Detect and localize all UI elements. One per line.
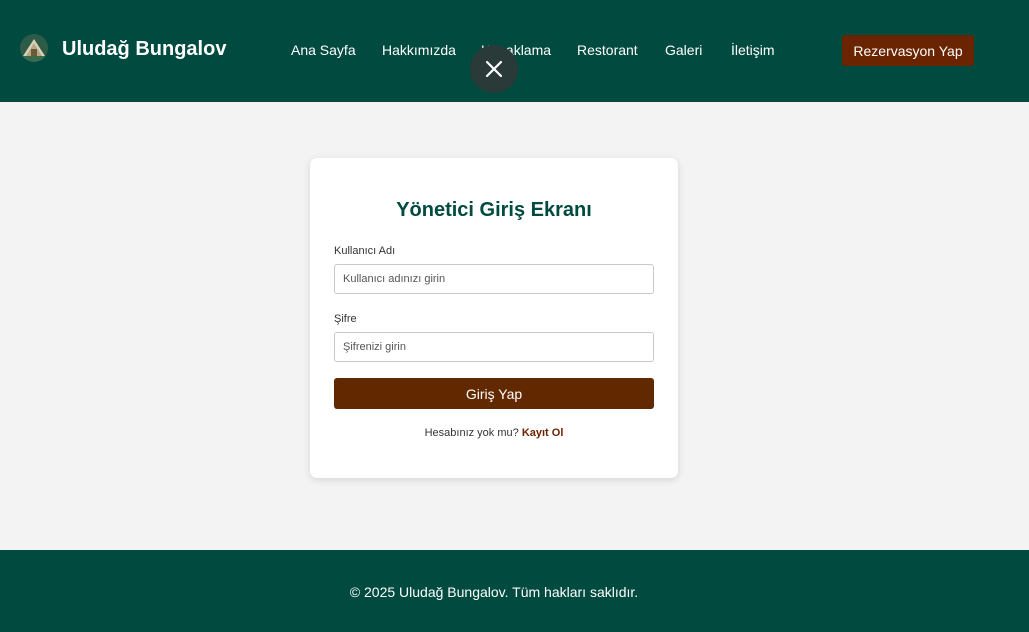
username-input[interactable] [334,264,654,294]
username-label: Kullanıcı Adı [334,245,396,257]
site-footer: © 2025 Uludağ Bungalov. Tüm hakları sakl… [0,550,1029,632]
footer-copyright: © 2025 Uludağ Bungalov. Tüm hakları sakl… [349,584,639,600]
register-prompt: Hesabınız yok mu? Kayıt Ol [310,427,678,439]
site-header: Uludağ Bungalov Ana Sayfa Hakkımızda Kon… [0,0,1029,102]
reservation-button[interactable]: Rezervasyon Yap [842,35,974,66]
brand-name[interactable]: Uludağ Bungalov [62,38,226,61]
nav-iletisim[interactable]: İletişim [731,42,775,58]
nav-ana-sayfa[interactable]: Ana Sayfa [291,42,356,58]
register-prompt-text: Hesabınız yok mu? [424,427,519,439]
login-title: Yönetici Giriş Ekranı [396,199,592,221]
register-link[interactable]: Kayıt Ol [522,427,564,439]
password-input[interactable] [334,332,654,362]
nav-hakkimizda[interactable]: Hakkımızda [382,42,456,58]
nav-restorant[interactable]: Restorant [577,42,638,58]
close-icon [485,60,503,78]
password-label: Şifre [334,313,357,325]
nav-galeri[interactable]: Galeri [665,42,702,58]
login-button[interactable]: Giriş Yap [334,378,654,409]
login-card: Yönetici Giriş Ekranı Kullanıcı Adı Şifr… [310,158,678,478]
logo-icon[interactable] [20,34,48,62]
close-button[interactable] [470,45,518,93]
